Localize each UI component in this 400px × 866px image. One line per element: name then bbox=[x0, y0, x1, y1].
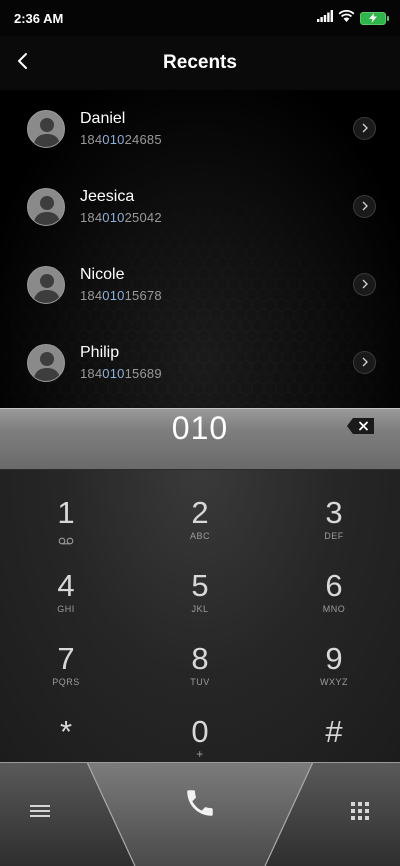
contact-number: 18401025042 bbox=[80, 210, 162, 225]
dialpad-icon bbox=[351, 801, 369, 825]
status-icons bbox=[317, 9, 389, 27]
digits-display: 010 bbox=[0, 408, 400, 470]
contact-detail-button[interactable] bbox=[353, 117, 376, 140]
call-button[interactable] bbox=[175, 780, 225, 830]
dialpad-toggle-button[interactable] bbox=[340, 798, 380, 828]
chevron-left-icon bbox=[16, 52, 30, 75]
contact-name: Daniel bbox=[80, 110, 126, 127]
voicemail-icon bbox=[58, 532, 74, 550]
backspace-button[interactable] bbox=[346, 417, 376, 435]
avatar bbox=[27, 344, 65, 382]
entered-digits: 010 bbox=[171, 410, 229, 446]
contact-detail-button[interactable] bbox=[353, 351, 376, 374]
recent-contact-row[interactable]: Philip 18401015689 bbox=[0, 324, 400, 402]
menu-icon bbox=[29, 803, 51, 824]
contact-text: Jeesica 18401025042 bbox=[80, 188, 162, 227]
wifi-icon bbox=[338, 9, 355, 27]
recent-contact-row[interactable]: Nicole 18401015678 bbox=[0, 246, 400, 324]
signal-icon bbox=[317, 9, 333, 27]
header: Recents bbox=[0, 36, 400, 90]
dial-keypad: 1 2 ABC 3 DEF 4 GHI 5 JKL 6 MNO 7 PQRS 8… bbox=[0, 470, 400, 762]
avatar bbox=[27, 110, 65, 148]
chevron-right-icon bbox=[361, 354, 369, 372]
back-button[interactable] bbox=[6, 46, 40, 80]
dial-key-9[interactable]: 9 WXYZ bbox=[284, 638, 384, 710]
dial-key-7[interactable]: 7 PQRS bbox=[16, 638, 116, 710]
dial-key-4[interactable]: 4 GHI bbox=[16, 565, 116, 637]
dial-key-5[interactable]: 5 JKL bbox=[150, 565, 250, 637]
contact-text: Daniel 18401024685 bbox=[80, 110, 162, 149]
contact-text: Nicole 18401015678 bbox=[80, 266, 162, 305]
recent-contact-row[interactable]: Jeesica 18401025042 bbox=[0, 168, 400, 246]
chevron-right-icon bbox=[361, 198, 369, 216]
status-time: 2:36 AM bbox=[14, 10, 64, 26]
avatar bbox=[27, 188, 65, 226]
recent-contact-row[interactable]: Daniel 18401024685 bbox=[0, 90, 400, 168]
backspace-icon bbox=[346, 418, 376, 439]
recents-list[interactable]: Daniel 18401024685 Jeesica 18401025042 N… bbox=[0, 90, 400, 408]
dial-key-1[interactable]: 1 bbox=[16, 492, 116, 564]
chevron-right-icon bbox=[361, 276, 369, 294]
contact-text: Philip 18401015689 bbox=[80, 344, 162, 383]
contact-detail-button[interactable] bbox=[353, 273, 376, 296]
contact-detail-button[interactable] bbox=[353, 195, 376, 218]
dial-key-8[interactable]: 8 TUV bbox=[150, 638, 250, 710]
contact-number: 18401015678 bbox=[80, 288, 162, 303]
menu-button[interactable] bbox=[20, 798, 60, 828]
contact-name: Nicole bbox=[80, 266, 125, 283]
contact-name: Philip bbox=[80, 344, 120, 361]
contact-number: 18401015689 bbox=[80, 366, 162, 381]
contact-name: Jeesica bbox=[80, 188, 135, 205]
dial-key-2[interactable]: 2 ABC bbox=[150, 492, 250, 564]
battery-charging-icon bbox=[360, 11, 389, 25]
phone-icon bbox=[183, 786, 217, 825]
status-bar: 2:36 AM bbox=[0, 0, 400, 36]
page-title: Recents bbox=[163, 52, 237, 73]
chevron-right-icon bbox=[361, 120, 369, 138]
dial-key-3[interactable]: 3 DEF bbox=[284, 492, 384, 564]
avatar bbox=[27, 266, 65, 304]
dial-key-6[interactable]: 6 MNO bbox=[284, 565, 384, 637]
contact-number: 18401024685 bbox=[80, 132, 162, 147]
bottom-bar bbox=[0, 762, 400, 866]
